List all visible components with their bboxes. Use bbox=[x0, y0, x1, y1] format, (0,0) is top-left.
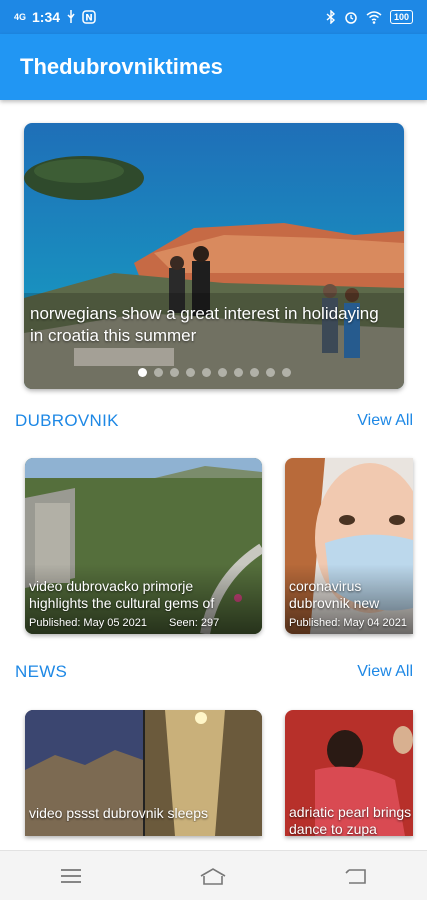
wifi-icon bbox=[366, 10, 382, 24]
bluetooth-icon bbox=[326, 10, 335, 24]
back-icon bbox=[345, 868, 366, 884]
carousel-dot[interactable] bbox=[233, 368, 243, 377]
card-meta: Published: May 04 2021 bbox=[289, 617, 407, 629]
card-caption: video pssst dubrovnik sleeps bbox=[29, 805, 208, 821]
status-time: 1:34 bbox=[32, 9, 61, 25]
svg-text:N: N bbox=[85, 14, 93, 24]
signal-indicator: 4G bbox=[14, 11, 27, 22]
news-card[interactable]: adriatic pearl brings dance to zupa bbox=[285, 710, 413, 836]
card-seen: Seen: 297 bbox=[169, 617, 220, 629]
news-card[interactable]: coronavirus dubrovnik new cases of covid… bbox=[285, 458, 413, 634]
card-published: Published: May 05 2021 bbox=[29, 617, 148, 629]
section-header-news: NEWS View All bbox=[15, 662, 413, 682]
back-button[interactable] bbox=[336, 856, 376, 896]
carousel-dot[interactable] bbox=[249, 368, 259, 377]
card-caption: video dubrovacko primorje highlights the… bbox=[29, 578, 215, 611]
usb-icon bbox=[67, 10, 75, 23]
card-caption: coronavirus dubrovnik new cases of covid bbox=[289, 578, 380, 611]
carousel-dot[interactable] bbox=[217, 368, 227, 377]
home-button[interactable] bbox=[193, 856, 233, 896]
card-meta: Published: May 05 2021 Seen: 297 bbox=[29, 617, 219, 629]
hero-caption[interactable]: norwegians show a great interest in holi… bbox=[30, 303, 394, 347]
menu-button[interactable] bbox=[51, 856, 91, 896]
carousel-dot[interactable] bbox=[185, 368, 195, 377]
view-all-news-link[interactable]: View All bbox=[357, 663, 413, 681]
view-all-dubrovnik-link[interactable]: View All bbox=[357, 412, 413, 430]
alarm-icon bbox=[345, 12, 357, 24]
battery-icon: 100 bbox=[389, 10, 413, 24]
section-title: DUBROVNIK bbox=[15, 411, 119, 430]
section-header-dubrovnik: DUBROVNIK View All bbox=[15, 411, 413, 431]
notification-icon: N bbox=[82, 10, 96, 24]
carousel-indicators bbox=[24, 368, 404, 377]
system-nav-bar bbox=[0, 850, 427, 900]
featured-carousel[interactable]: norwegians show a great interest in holi… bbox=[24, 123, 404, 389]
news-card[interactable]: video dubrovacko primorje highlights the… bbox=[25, 458, 262, 634]
carousel-dot[interactable] bbox=[153, 368, 163, 377]
section-title: NEWS bbox=[15, 662, 68, 681]
home-icon bbox=[201, 867, 226, 885]
carousel-dot[interactable] bbox=[265, 368, 275, 377]
carousel-dot[interactable] bbox=[169, 368, 179, 377]
status-bar: 4G 1:34 N 100 bbox=[0, 0, 427, 34]
card-published: Published: May 04 2021 bbox=[289, 617, 408, 629]
app-bar: Thedubrovniktimes bbox=[0, 34, 427, 100]
carousel-dot[interactable] bbox=[137, 368, 147, 377]
carousel-dot[interactable] bbox=[281, 368, 291, 377]
menu-icon bbox=[61, 868, 82, 883]
card-caption: adriatic pearl brings dance to zupa bbox=[289, 804, 412, 836]
news-card[interactable]: video pssst dubrovnik sleeps bbox=[25, 710, 262, 836]
carousel-dot[interactable] bbox=[201, 368, 211, 377]
hero-image bbox=[24, 123, 404, 389]
app-title: Thedubrovniktimes bbox=[20, 54, 223, 79]
